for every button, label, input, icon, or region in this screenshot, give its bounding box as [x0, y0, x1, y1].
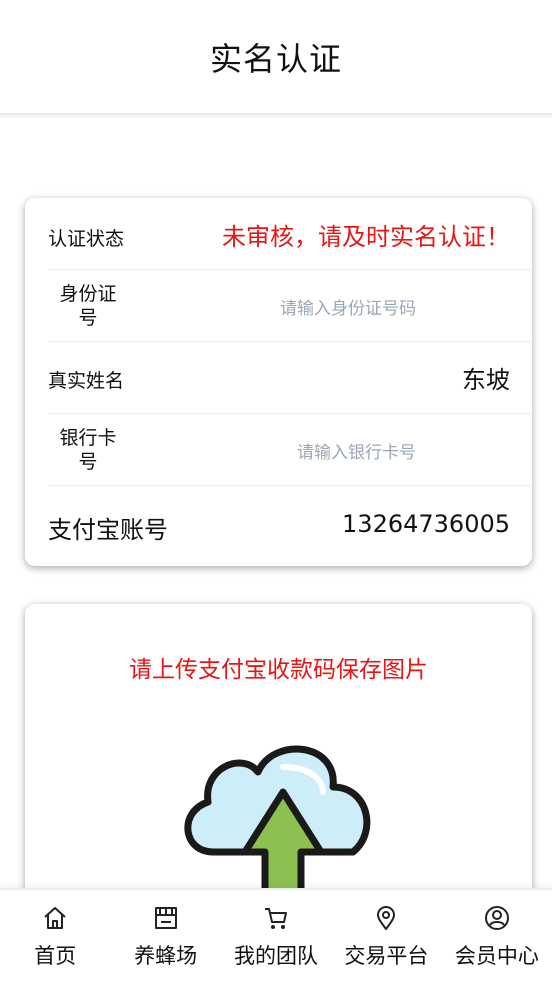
- page-title: 实名认证: [209, 39, 342, 78]
- upload-title: 请上传支付宝收款码保存图片: [129, 657, 428, 683]
- verification-card: 认证状态 未审核，请及时实名认证！ 身份证号 请输入身份证号码 真实姓名 东坡 …: [25, 198, 532, 566]
- alipay-value: 13264736005: [342, 510, 510, 538]
- home-icon: [44, 907, 66, 929]
- tab-home[interactable]: 首页: [0, 890, 110, 981]
- bank-card-label: 银行卡号: [59, 427, 117, 473]
- user-circle-icon: [484, 906, 509, 930]
- id-number-label: 身份证号: [59, 283, 117, 329]
- real-name-label: 真实姓名: [48, 370, 125, 392]
- upload-card[interactable]: 请上传支付宝收款码保存图片: [25, 604, 532, 904]
- real-name-row: 真实姓名 东坡: [48, 342, 532, 414]
- bank-card-row[interactable]: 银行卡号 请输入银行卡号: [48, 414, 532, 486]
- status-label: 认证状态: [48, 228, 125, 250]
- store-icon: [154, 907, 177, 929]
- bank-card-input[interactable]: 请输入银行卡号: [297, 438, 416, 463]
- alipay-row: 支付宝账号 13264736005: [48, 486, 532, 566]
- tab-label: 首页: [34, 944, 77, 968]
- header: 实名认证: [0, 0, 552, 115]
- real-name-value: 东坡: [462, 366, 510, 394]
- id-number-row[interactable]: 身份证号 请输入身份证号码: [48, 270, 532, 342]
- tab-trading-platform[interactable]: 交易平台: [331, 890, 441, 981]
- tab-member-center[interactable]: 会员中心: [442, 890, 552, 981]
- id-number-input[interactable]: 请输入身份证号码: [280, 294, 422, 319]
- tab-label: 养蜂场: [134, 944, 198, 968]
- cart-icon: [265, 908, 288, 929]
- tab-label: 交易平台: [344, 944, 429, 968]
- tab-label: 我的团队: [234, 944, 319, 968]
- alipay-label: 支付宝账号: [48, 516, 168, 544]
- tab-apiary[interactable]: 养蜂场: [110, 890, 220, 981]
- tab-label: 会员中心: [454, 944, 539, 968]
- bottom-tab-bar: 首页 养蜂场 我的团队 交易平台 会员中心: [0, 888, 552, 981]
- status-value: 未审核，请及时实名认证！: [222, 223, 510, 251]
- tab-my-team[interactable]: 我的团队: [221, 890, 331, 981]
- cloud-upload-icon[interactable]: [173, 732, 393, 904]
- status-row: 认证状态 未审核，请及时实名认证！: [48, 198, 532, 270]
- location-icon: [377, 906, 396, 930]
